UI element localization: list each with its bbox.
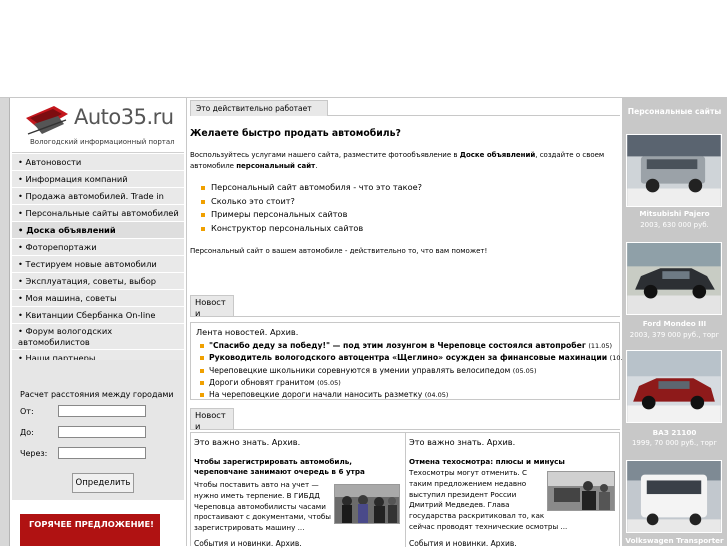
menu-item-sales[interactable]: • Продажа автомобилей. Trade in xyxy=(12,188,184,205)
menu-item-photo-reports[interactable]: • Фоторепортажи xyxy=(12,239,184,256)
car-photo[interactable] xyxy=(626,242,722,315)
news-item[interactable]: Руководитель вологодского автоцентра «Ще… xyxy=(199,353,633,365)
car-name[interactable]: Ford Mondeo III xyxy=(622,319,727,328)
hot-offer-banner[interactable]: ГОРЯЧЕЕ ПРЕДЛОЖЕНИЕ! xyxy=(20,514,160,546)
calc-to-input[interactable] xyxy=(58,426,146,438)
events-archive-link[interactable]: События и новинки. Архив. xyxy=(194,539,302,548)
article-column-heading[interactable]: Это важно знать. Архив. xyxy=(194,437,300,447)
menu-item-my-car[interactable]: • Моя машина, советы xyxy=(12,290,184,307)
car-name[interactable]: Volkswagen Transporter xyxy=(622,536,727,545)
left-sidebar: Auto35.ru Вологодский информационный пор… xyxy=(0,98,186,546)
logo-text: Auto35.ru xyxy=(74,105,174,129)
intro-text-1: Воспользуйтесь услугами нашего сайта, ра… xyxy=(190,151,460,159)
articles-columns: Это важно знать. Архив. Чтобы зарегистри… xyxy=(190,432,620,548)
list-item[interactable]: Конструктор персональных сайтов xyxy=(201,223,422,237)
news-feed-heading[interactable]: Лента новостей. Архив. xyxy=(196,327,298,337)
menu-item-exploitation[interactable]: • Эксплуатация, советы, выбор xyxy=(12,273,184,290)
car-photo[interactable] xyxy=(626,134,722,207)
calc-submit-button[interactable]: Определить xyxy=(72,473,134,493)
tab-it-works[interactable]: Это действительно работает xyxy=(190,100,328,116)
tab-news[interactable]: Новост и xyxy=(190,295,234,318)
tab-divider xyxy=(234,316,620,317)
article-column-2: Это важно знать. Архив. Отмена техосмотр… xyxy=(406,433,620,548)
news-item[interactable]: Череповецкие школьники соревнуются в уме… xyxy=(199,366,633,378)
menu-item-personal-sites[interactable]: • Персональные сайты автомобилей xyxy=(12,205,184,222)
main-content: Это действительно работает Желаете быстр… xyxy=(186,98,633,548)
menu-item-forum[interactable]: • Форум вологодских автомобилистов xyxy=(12,324,184,350)
article-column-1: Это важно знать. Архив. Чтобы зарегистри… xyxy=(191,433,406,548)
article-photo[interactable] xyxy=(547,471,615,511)
list-item[interactable]: Сколько это стоит? xyxy=(201,196,422,210)
article-column-heading[interactable]: Это важно знать. Архив. xyxy=(409,437,515,447)
events-archive-link[interactable]: События и новинки. Архив. xyxy=(409,539,517,548)
personal-site-link[interactable]: персональный сайт xyxy=(236,162,315,170)
calc-via-label: Через: xyxy=(20,449,48,458)
calc-title: Расчет расстояния между городами xyxy=(20,390,174,399)
intro-paragraph: Воспользуйтесь услугами нашего сайта, ра… xyxy=(190,150,618,172)
personal-sites-heading: Персональные сайты xyxy=(627,107,722,116)
menu-item-companies[interactable]: • Информация компаний xyxy=(12,171,184,188)
menu-item-news[interactable]: • Автоновости xyxy=(12,154,184,171)
tab-divider xyxy=(234,429,620,430)
sell-heading: Желаете быстро продать автомобиль? xyxy=(190,128,401,139)
personal-site-links: Персональный сайт автомобиля - что это т… xyxy=(201,182,422,236)
news-feed: Лента новостей. Архив. "Спасибо деду за … xyxy=(190,322,633,400)
page-layout: Auto35.ru Вологодский информационный пор… xyxy=(0,97,727,548)
main-menu: • Автоновости • Информация компаний • Пр… xyxy=(12,154,184,367)
menu-item-tests[interactable]: • Тестируем новые автомобили xyxy=(12,256,184,273)
article-title[interactable]: Отмена техосмотра: плюсы и минусы xyxy=(409,457,617,467)
car-name[interactable]: Mitsubishi Pajero xyxy=(622,209,727,218)
board-link[interactable]: Доске объявлений xyxy=(460,151,536,159)
calc-from-input[interactable] xyxy=(58,405,146,417)
news-item[interactable]: Дороги обновят гранитом (05.05) xyxy=(199,378,633,390)
calc-to-label: До: xyxy=(20,428,34,437)
calc-from-label: От: xyxy=(20,407,34,416)
logo-icon xyxy=(26,106,68,135)
article-photo[interactable] xyxy=(334,484,400,524)
car-info: 1999, 70 000 руб., торг xyxy=(631,439,718,447)
article-title[interactable]: Чтобы зарегистрировать автомобиль, череп… xyxy=(194,457,402,477)
calc-via-input[interactable] xyxy=(58,447,146,459)
menu-item-sberbank[interactable]: • Квитанции Сбербанка On-line xyxy=(12,307,184,324)
site-logo[interactable]: Auto35.ru Вологодский информационный пор… xyxy=(12,100,184,153)
article-text: Техосмотры могут отменить. С таким предл… xyxy=(409,468,568,531)
car-info: 2003, 379 000 руб., торг xyxy=(629,331,720,339)
car-info: 2003, 630 000 руб. xyxy=(640,221,709,229)
hot-offer-label: ГОРЯЧЕЕ ПРЕДЛОЖЕНИЕ! xyxy=(29,519,154,529)
right-sidebar: Персональные сайты Mitsubishi Pajero 200… xyxy=(622,98,727,546)
intro-text-3: . xyxy=(315,162,318,170)
car-photo[interactable] xyxy=(626,460,722,533)
top-blank-area xyxy=(0,0,727,97)
car-photo[interactable] xyxy=(626,350,722,423)
article-text: Чтобы поставить авто на учет — нужно име… xyxy=(194,480,331,533)
distance-calculator: Расчет расстояния между городами От: До:… xyxy=(12,360,184,500)
tab-divider xyxy=(328,115,620,116)
tab-news-2[interactable]: Новост и xyxy=(190,408,234,431)
logo-subtitle: Вологодский информационный портал xyxy=(30,138,175,146)
news-item[interactable]: На череповецкие дороги начали наносить р… xyxy=(199,390,633,402)
outro-text: Персональный сайт о вашем автомобиле - д… xyxy=(190,247,488,255)
menu-item-board[interactable]: • Доска объявлений xyxy=(12,222,184,239)
car-name[interactable]: ВАЗ 21100 xyxy=(622,428,727,437)
list-item[interactable]: Примеры персональных сайтов xyxy=(201,209,422,223)
list-item[interactable]: Персональный сайт автомобиля - что это т… xyxy=(201,182,422,196)
news-item[interactable]: "Спасибо деду за победу!" — под этим лоз… xyxy=(199,341,633,353)
sidebar-edge xyxy=(0,98,10,546)
news-list: "Спасибо деду за победу!" — под этим лоз… xyxy=(199,341,633,402)
